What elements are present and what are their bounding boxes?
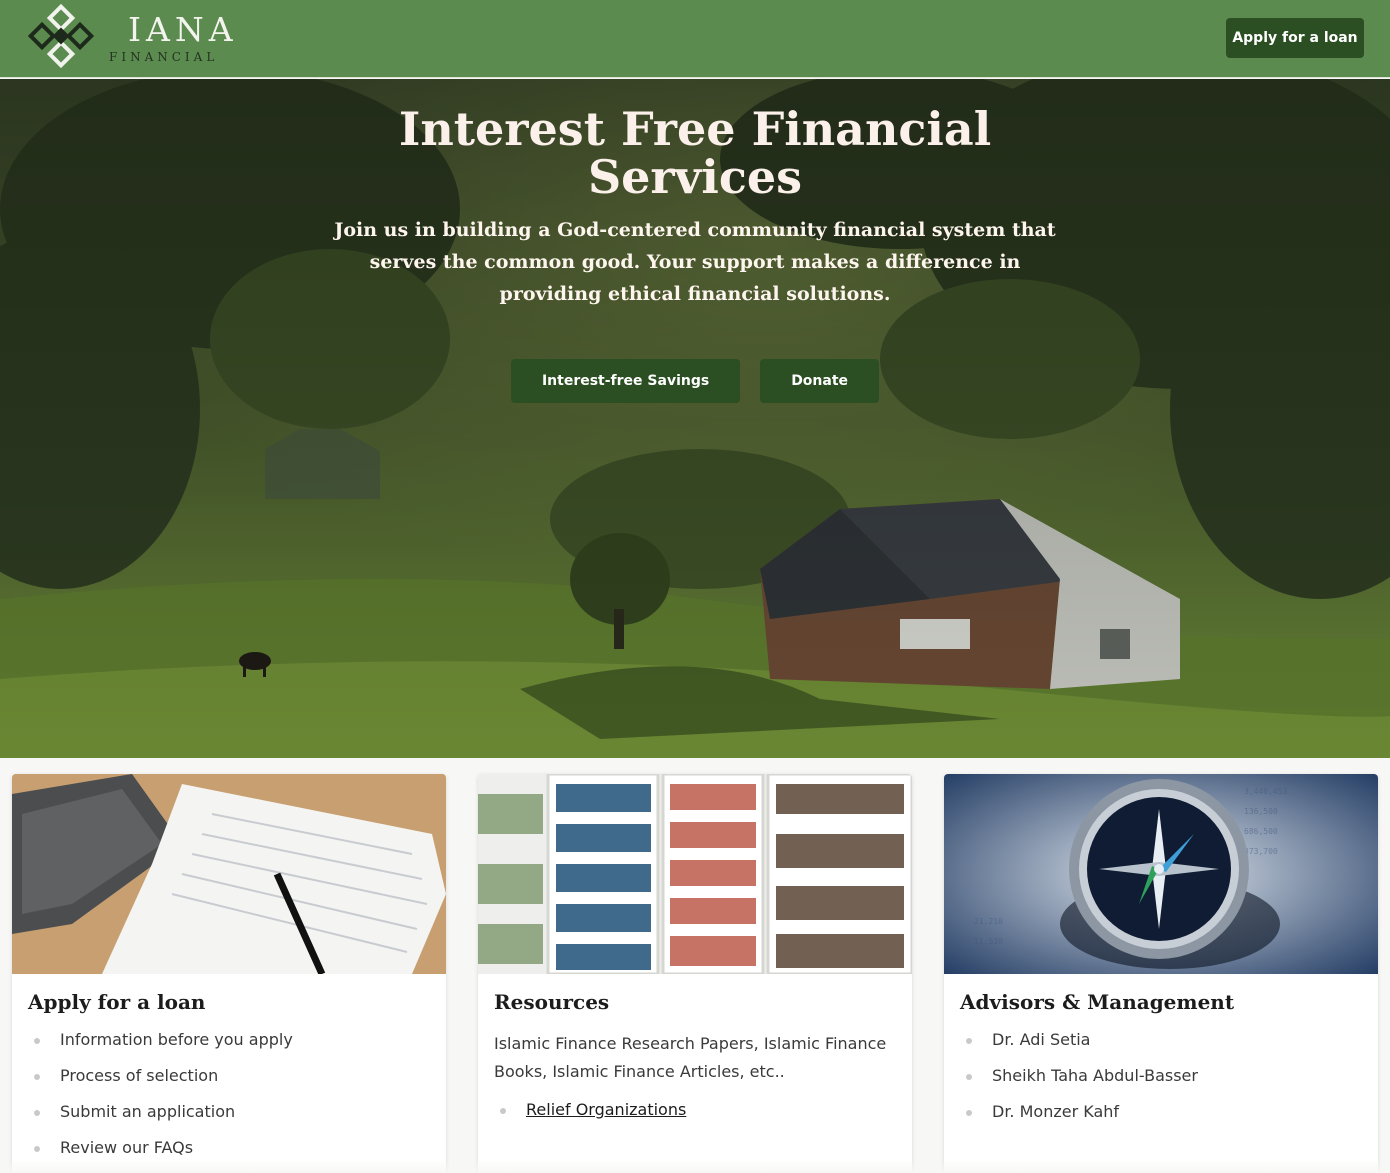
card-advisors: 3,440,453 136,500 686,500 373,700 21,210 11… <box>944 774 1378 1173</box>
hero-title: Interest Free Financial Services <box>398 102 992 204</box>
compass-image: 3,440,453 136,500 686,500 373,700 21,210 11… <box>944 774 1378 974</box>
donate-button[interactable]: Donate <box>760 359 880 403</box>
resources-link-list: Relief Organizations <box>500 1100 912 1136</box>
list-item[interactable]: Submit an application <box>34 1102 446 1138</box>
card-apply-loan: Apply for a loan Information before you … <box>12 774 446 1173</box>
list-item-label: Sheikh Taha Abdul-Basser <box>992 1066 1198 1085</box>
interest-free-savings-button[interactable]: Interest-free Savings <box>510 359 741 403</box>
card-title: Apply for a loan <box>28 990 206 1014</box>
list-item[interactable]: Information before you apply <box>34 1030 446 1066</box>
logo-subtitle: FINANCIAL <box>109 50 219 64</box>
svg-text:3,440,453: 3,440,453 <box>1244 787 1288 796</box>
card-title: Resources <box>494 990 610 1014</box>
list-item-label: Information before you apply <box>60 1030 293 1049</box>
card-resources: Resources Islamic Finance Research Paper… <box>478 774 912 1173</box>
loan-info-list: Information before you apply Process of … <box>34 1030 446 1173</box>
bullet-icon <box>34 1038 40 1044</box>
list-item[interactable]: Dr. Monzer Kahf <box>966 1102 1378 1138</box>
feature-cards: Apply for a loan Information before you … <box>12 774 1379 1173</box>
svg-text:11,530: 11,530 <box>974 937 1003 946</box>
resources-description: Islamic Finance Research Papers, Islamic… <box>494 1034 887 1081</box>
hero-section: Interest Free Financial Services Join us… <box>0 79 1390 758</box>
site-header: IANA FINANCIAL Apply for a loan <box>0 0 1390 78</box>
list-item-label: Review our FAQs <box>60 1138 194 1157</box>
apply-loan-header-button[interactable]: Apply for a loan <box>1226 18 1364 58</box>
tax-form-image <box>12 774 446 974</box>
site-logo[interactable]: IANA FINANCIAL <box>26 4 233 72</box>
list-item-label: Dr. Monzer Kahf <box>992 1102 1120 1121</box>
svg-text:373,700: 373,700 <box>1244 847 1278 856</box>
card-title: Advisors & Management <box>960 990 1235 1014</box>
bullet-icon <box>966 1110 972 1116</box>
list-item-label: Process of selection <box>60 1066 219 1085</box>
logo-wordmark: IANA <box>128 10 238 49</box>
svg-text:686,500: 686,500 <box>1244 827 1278 836</box>
bottom-fade <box>0 1159 1390 1173</box>
list-item[interactable]: Dr. Adi Setia <box>966 1030 1378 1066</box>
logo-diamond-mark <box>27 4 95 69</box>
bullet-icon <box>500 1108 506 1114</box>
list-item[interactable]: Sheikh Taha Abdul-Basser <box>966 1066 1378 1102</box>
bullet-icon <box>966 1074 972 1080</box>
bullet-icon <box>966 1038 972 1044</box>
bullet-icon <box>34 1146 40 1152</box>
relief-organizations-link[interactable]: Relief Organizations <box>526 1100 686 1119</box>
bullet-icon <box>34 1074 40 1080</box>
bookshelf-image <box>478 774 912 974</box>
advisors-list: Dr. Adi Setia Sheikh Taha Abdul-Basser D… <box>966 1030 1378 1138</box>
bullet-icon <box>34 1110 40 1116</box>
svg-text:136,500: 136,500 <box>1244 807 1278 816</box>
hero-subtitle: Join us in building a God-centered commu… <box>334 219 1056 305</box>
hero-button-group: Interest-free Savings Donate <box>0 359 1390 403</box>
list-item: Relief Organizations <box>500 1100 912 1136</box>
list-item[interactable]: Process of selection <box>34 1066 446 1102</box>
list-item-label: Dr. Adi Setia <box>992 1030 1091 1049</box>
list-item-label: Submit an application <box>60 1102 236 1121</box>
svg-text:21,210: 21,210 <box>974 917 1003 926</box>
